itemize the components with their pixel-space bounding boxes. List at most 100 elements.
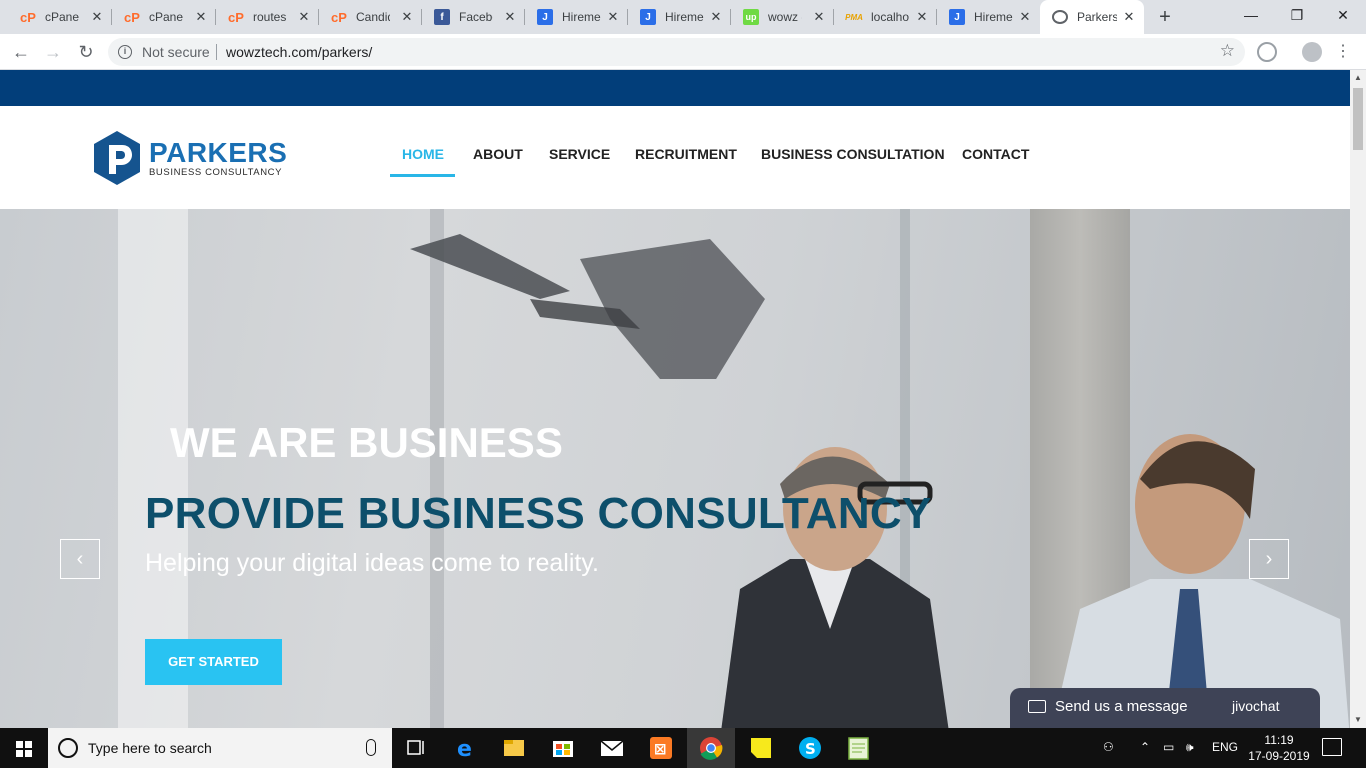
tab-title: Parkers	[1077, 10, 1117, 24]
minimize-button[interactable]: —	[1228, 0, 1274, 30]
url-text[interactable]: wowztech.com/parkers/	[226, 44, 372, 60]
get-started-button[interactable]: GET STARTED	[145, 639, 282, 685]
file-explorer-icon[interactable]	[490, 728, 538, 768]
svg-text:e: e	[457, 737, 472, 762]
hero-heading-1: WE ARE BUSINESS	[170, 419, 563, 466]
tab-title: wowz -	[768, 10, 802, 24]
svg-text:⊠: ⊠	[654, 740, 667, 758]
browser-tab[interactable]: cP cPanel ✕	[112, 0, 216, 34]
clock-date: 17-09-2019	[1248, 749, 1310, 763]
tab-title: Hireme	[974, 10, 1013, 24]
close-tab-icon[interactable]: ✕	[297, 10, 311, 24]
logo-name[interactable]: PARKERS	[149, 137, 287, 169]
extension-icon[interactable]	[1257, 42, 1277, 62]
new-tab-button[interactable]: +	[1154, 6, 1176, 28]
scroll-down-icon[interactable]: ▼	[1350, 712, 1366, 728]
show-hidden-icons-chevron-icon[interactable]: ⌃	[1140, 740, 1150, 754]
facebook-icon: f	[434, 9, 450, 25]
people-icon[interactable]: ⚇	[1103, 740, 1114, 754]
browser-tab[interactable]: up wowz - ✕	[731, 0, 834, 34]
tab-title: cPanel	[45, 10, 79, 24]
security-status[interactable]: Not secure	[142, 44, 210, 60]
xampp-icon[interactable]: ⊠	[637, 728, 685, 768]
notepad-plus-icon[interactable]	[835, 728, 883, 768]
cpanel-icon: cP	[124, 9, 140, 25]
browser-tab[interactable]: J Hireme ✕	[628, 0, 731, 34]
active-nav-indicator	[390, 174, 455, 177]
skype-icon[interactable]: S	[786, 728, 834, 768]
browser-tab[interactable]: cP routes.p ✕	[216, 0, 319, 34]
cpanel-icon: cP	[331, 9, 347, 25]
chat-widget[interactable]: Send us a message jivochat	[1010, 688, 1320, 728]
chat-label[interactable]: Send us a message	[1055, 698, 1188, 715]
info-icon[interactable]: i	[118, 45, 132, 59]
page-scrollbar[interactable]: ▲ ▼	[1350, 70, 1366, 728]
windows-start-icon[interactable]	[0, 728, 48, 768]
address-bar[interactable]: i Not secure wowztech.com/parkers/ ☆	[108, 38, 1245, 66]
close-tab-icon[interactable]: ✕	[606, 10, 620, 24]
close-tab-icon[interactable]: ✕	[709, 10, 723, 24]
sticky-notes-icon[interactable]	[737, 728, 785, 768]
store-icon[interactable]	[539, 728, 587, 768]
nav-contact[interactable]: CONTACT	[962, 146, 1029, 162]
nav-business-consultation[interactable]: BUSINESS CONSULTATION	[761, 146, 945, 162]
edge-browser-icon[interactable]: e	[441, 728, 489, 768]
close-window-button[interactable]: ✕	[1320, 0, 1366, 30]
chrome-icon[interactable]	[687, 728, 735, 768]
browser-tab[interactable]: PMA localho ✕	[834, 0, 937, 34]
slider-next-button[interactable]: ›	[1249, 539, 1289, 579]
system-clock[interactable]: 11:19 17-09-2019	[1244, 732, 1314, 764]
restore-button[interactable]: ❐	[1274, 0, 1320, 30]
close-tab-icon[interactable]: ✕	[400, 10, 414, 24]
clock-time: 11:19	[1264, 733, 1294, 747]
chrome-menu-icon[interactable]: ⋮	[1330, 39, 1356, 65]
scroll-up-icon[interactable]: ▲	[1350, 70, 1366, 86]
mail-icon[interactable]	[588, 728, 636, 768]
taskbar-search-box[interactable]: Type here to search	[48, 728, 392, 768]
action-center-icon[interactable]	[1322, 738, 1342, 756]
page-viewport: PARKERS BUSINESS CONSULTANCY HOME ABOUT …	[0, 70, 1350, 728]
browser-tab-active[interactable]: Parkers ✕	[1040, 0, 1144, 34]
browser-tab[interactable]: J Hireme ✕	[525, 0, 628, 34]
tab-title: Hireme	[562, 10, 601, 24]
close-tab-icon[interactable]: ✕	[812, 10, 826, 24]
browser-tab[interactable]: J Hireme ✕	[937, 0, 1040, 34]
close-tab-icon[interactable]: ✕	[194, 10, 208, 24]
windows-taskbar: Type here to search e ⊠ S ⚇ ⌃ ▭ 🕪 ENG 11…	[0, 728, 1366, 768]
network-icon[interactable]: ▭	[1163, 740, 1174, 754]
close-tab-icon[interactable]: ✕	[503, 10, 517, 24]
slider-prev-button[interactable]: ‹	[60, 539, 100, 579]
browser-toolbar: ← → ↻ i Not secure wowztech.com/parkers/…	[0, 34, 1366, 70]
language-indicator[interactable]: ENG	[1212, 740, 1238, 754]
parkers-logo-icon[interactable]	[92, 130, 142, 186]
forward-button[interactable]: →	[40, 39, 66, 65]
search-placeholder[interactable]: Type here to search	[88, 740, 212, 756]
nav-recruitment[interactable]: RECRUITMENT	[635, 146, 737, 162]
bookmark-star-icon[interactable]: ☆	[1220, 41, 1235, 61]
close-tab-icon[interactable]: ✕	[90, 10, 104, 24]
browser-tab[interactable]: cP cPanel ✕	[8, 0, 112, 34]
scrollbar-thumb[interactable]	[1353, 88, 1363, 150]
nav-about[interactable]: ABOUT	[473, 146, 523, 162]
close-tab-icon[interactable]: ✕	[1122, 10, 1136, 24]
site-header: PARKERS BUSINESS CONSULTANCY HOME ABOUT …	[0, 106, 1350, 209]
microphone-icon[interactable]	[366, 739, 376, 756]
top-band	[0, 70, 1350, 106]
upwork-icon: up	[743, 9, 759, 25]
nav-home[interactable]: HOME	[402, 146, 444, 162]
task-view-icon[interactable]	[392, 728, 440, 768]
hero-subtitle: Helping your digital ideas come to reali…	[145, 549, 599, 577]
browser-tab[interactable]: f Facebo ✕	[422, 0, 525, 34]
reload-button[interactable]: ↻	[73, 39, 99, 65]
volume-icon[interactable]: 🕪	[1186, 740, 1194, 755]
envelope-icon	[1028, 700, 1046, 713]
close-tab-icon[interactable]: ✕	[915, 10, 929, 24]
browser-tab[interactable]: cP Candid ✕	[319, 0, 422, 34]
logo-tagline: BUSINESS CONSULTANCY	[149, 167, 283, 178]
profile-avatar-icon[interactable]	[1302, 42, 1322, 62]
phpmyadmin-icon: PMA	[845, 12, 863, 22]
chat-brand: jivochat	[1232, 698, 1280, 714]
back-button[interactable]: ←	[8, 39, 34, 65]
nav-service[interactable]: SERVICE	[549, 146, 610, 162]
close-tab-icon[interactable]: ✕	[1018, 10, 1032, 24]
